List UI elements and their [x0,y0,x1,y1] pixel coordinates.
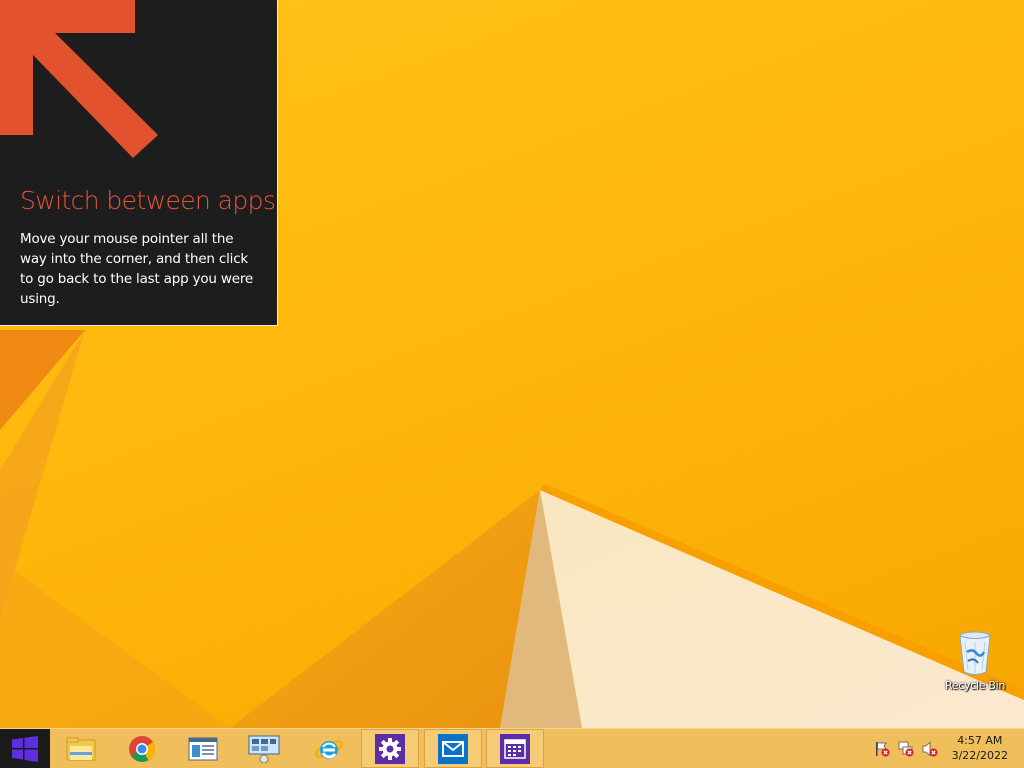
start-button[interactable] [0,729,50,768]
action-center-flag-icon[interactable] [874,741,890,757]
arrow-up-left-icon [0,0,158,158]
desktop[interactable]: Switch between apps Move your mouse poin… [0,0,1024,768]
clock-date: 3/22/2022 [951,749,1008,762]
server-manager-icon [188,737,218,760]
taskbar-server-manager[interactable] [174,729,232,768]
taskbar-settings[interactable] [361,729,419,768]
network-computer-icon [248,735,280,763]
file-explorer-icon [66,737,96,760]
tip-body: Move your mouse pointer all the way into… [20,231,253,307]
taskbar-file-explorer[interactable] [52,729,110,768]
taskbar-mail[interactable] [424,729,482,768]
clock-time: 4:57 AM [957,734,1003,747]
mail-tile [438,733,468,764]
recycle-bin-icon [959,631,991,675]
chrome-icon [129,735,156,762]
network-disconnected-icon[interactable] [898,741,914,757]
taskbar-internet-explorer[interactable] [300,729,358,768]
tip-panel: Switch between apps Move your mouse poin… [0,0,278,326]
volume-muted-icon[interactable] [922,741,938,757]
recycle-bin-shortcut[interactable]: Recycle Bin [940,630,1010,692]
internet-explorer-icon [314,739,344,759]
settings-tile [375,733,405,764]
tip-title: Switch between apps [20,186,276,215]
mail-icon [442,740,464,757]
taskbar-calendar[interactable] [486,729,544,768]
taskbar-chrome[interactable] [113,729,171,768]
settings-gear-icon [379,737,401,760]
taskbar: 4:57 AM 3/22/2022 [0,728,1024,768]
windows-logo-icon [12,735,38,762]
calendar-tile [500,733,530,764]
taskbar-network-computer[interactable] [235,729,293,768]
calendar-icon [504,738,526,759]
clock[interactable]: 4:57 AM 3/22/2022 [952,733,1008,763]
recycle-bin-label: Recycle Bin [944,679,1006,692]
